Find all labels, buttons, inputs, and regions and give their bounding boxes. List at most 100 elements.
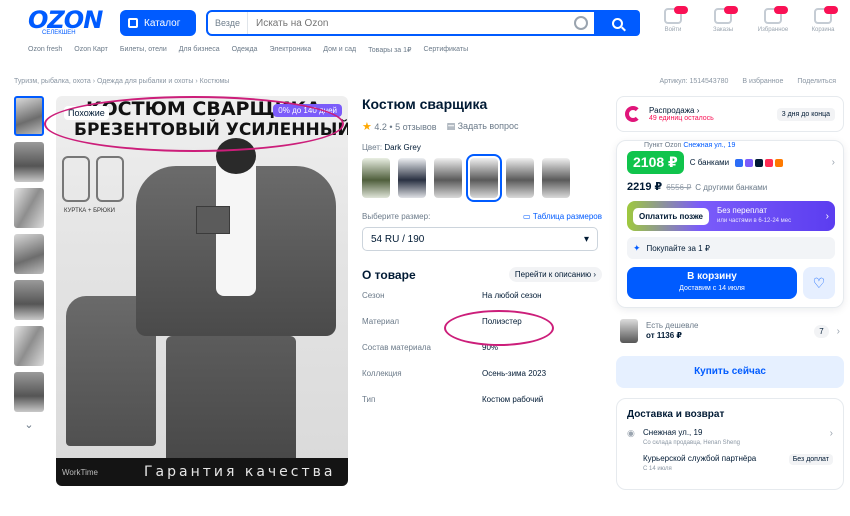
product-main-image[interactable]: КУРТКА + БРЮКИ КОСТЮМ СВАРЩИКА БРЕЗЕНТОВ…: [56, 96, 348, 486]
chevron-right-icon: ›: [836, 325, 840, 337]
thumbnail[interactable]: [14, 326, 44, 366]
subnav-item[interactable]: Ozon Карт: [74, 46, 108, 60]
spec-value[interactable]: Полиэстер: [482, 317, 522, 326]
buy-now-button[interactable]: Купить сейчас: [616, 356, 844, 388]
article-number[interactable]: Артикул: 1514543780: [659, 78, 728, 85]
ozon-logo[interactable]: OZON СЕЛЕКШЕН: [28, 8, 110, 38]
size-row: Выберите размер: ▭ Таблица размеров: [362, 212, 602, 221]
add-to-cart-button[interactable]: В корзину Доставим с 14 июля: [627, 267, 797, 299]
address-sub: Со склада продавца, Henan Sheng: [643, 440, 740, 446]
variant-option[interactable]: [398, 158, 426, 198]
add-favorite-link[interactable]: В избранное: [742, 78, 783, 85]
cart-button[interactable]: Корзина: [806, 6, 840, 33]
thumbnail[interactable]: [14, 96, 44, 136]
variant-option[interactable]: [542, 158, 570, 198]
spec-key: Коллекция: [362, 368, 402, 378]
bank-icon: [745, 158, 754, 167]
buy-box: Распродажа › 49 единиц осталось 3 дня до…: [616, 96, 844, 490]
subnav-item[interactable]: Для бизнеса: [179, 46, 220, 60]
delivery-title: Доставка и возврат: [627, 409, 725, 420]
subnav-item[interactable]: Сертификаты: [423, 46, 468, 60]
bank-icon: [755, 158, 764, 167]
search-bar: Везде: [206, 10, 640, 36]
go-to-description-button[interactable]: Перейти к описанию ›: [508, 267, 602, 282]
sale-icon: [625, 106, 641, 122]
cheaper-offers[interactable]: Есть дешевле от 1136 ₽ 7 ›: [616, 316, 844, 346]
favorites-button[interactable]: Избранное: [756, 6, 790, 33]
courier-row[interactable]: Курьерской службой партнёра С 14 июля Бе…: [627, 454, 833, 474]
variant-option[interactable]: [506, 158, 534, 198]
thumbnail[interactable]: [14, 188, 44, 228]
thumbnail[interactable]: [14, 372, 44, 412]
sale-count: 49 единиц осталось: [649, 115, 714, 122]
buy-for-1-banner[interactable]: ✦ Покупайте за 1 ₽: [627, 237, 835, 259]
size-select[interactable]: 54 RU / 190 ▾: [362, 227, 598, 251]
catalog-icon: [128, 18, 138, 28]
image-brand: WorkTime: [62, 467, 98, 477]
delivery-address-row[interactable]: ◉ Снежная ул., 19 Со склада продавца, He…: [627, 428, 833, 448]
login-label: Войти: [664, 27, 682, 33]
delivery-card: Доставка и возврат ◉ Снежная ул., 19 Со …: [616, 398, 844, 490]
subnav-item[interactable]: Билеты, отели: [120, 46, 167, 60]
logo-text: OZON: [28, 6, 103, 34]
subnav-item[interactable]: Электроника: [269, 46, 311, 60]
sale-title: Распродажа: [649, 106, 695, 115]
subnav-item[interactable]: Товары за 1₽: [368, 46, 411, 60]
similar-button[interactable]: Похожие: [64, 106, 109, 120]
spec-value: Осень-зима 2023: [482, 368, 547, 378]
address-text: Снежная ул., 19: [643, 428, 703, 437]
size-table-link[interactable]: ▭ Таблица размеров: [523, 212, 602, 221]
heart-icon[interactable]: ♡: [803, 267, 835, 299]
installment-badge[interactable]: 0% до 140 дней: [273, 104, 342, 117]
search-button[interactable]: [594, 10, 640, 36]
variant-option[interactable]: [362, 158, 390, 198]
color-row: Цвет: Dark Grey: [362, 143, 602, 152]
favorites-label: Избранное: [757, 27, 789, 33]
thumbnail[interactable]: [14, 142, 44, 182]
offer-thumbnail: [620, 319, 638, 343]
search-input[interactable]: [248, 17, 574, 29]
thumbnail-list: ⌄: [14, 96, 46, 431]
sale-banner[interactable]: Распродажа › 49 единиц осталось 3 дня до…: [616, 96, 844, 132]
catalog-button[interactable]: Каталог: [120, 10, 196, 36]
other-banks-label: С другими банками: [695, 183, 768, 192]
variant-option[interactable]: [466, 154, 502, 202]
delivery-date: Доставим с 14 июля: [679, 285, 745, 292]
rating[interactable]: ★ 4.2 • 5 отзывов: [362, 120, 437, 133]
bank-icon: [735, 158, 744, 167]
with-banks-label: С банками: [689, 158, 730, 167]
cheaper-price: от 1136 ₽: [646, 331, 682, 340]
pay-later-banner[interactable]: Оплатить позже Без переплат или частями …: [627, 201, 835, 231]
camera-search-icon[interactable]: [574, 16, 588, 30]
subnav-item[interactable]: Дом и сад: [323, 46, 356, 60]
color-variants: [362, 154, 602, 202]
login-button[interactable]: Войти: [656, 6, 690, 33]
breadcrumb[interactable]: Туризм, рыбалка, охота › Одежда для рыба…: [14, 78, 229, 85]
variant-option[interactable]: [434, 158, 462, 198]
search-scope-select[interactable]: Везде: [208, 12, 248, 34]
card-price-row[interactable]: 2108 ₽ С банками ›: [627, 151, 835, 174]
subnav-item[interactable]: Одежда: [232, 46, 258, 60]
badge: [674, 6, 688, 14]
badge: [774, 6, 788, 14]
chevron-down-icon[interactable]: ⌄: [14, 418, 44, 431]
spec-row: Сезон На любой сезон: [362, 282, 602, 308]
pay-later-button[interactable]: Оплатить позже: [633, 207, 709, 225]
thumbnail[interactable]: [14, 280, 44, 320]
share-link[interactable]: Поделиться: [797, 78, 836, 85]
chevron-right-icon: ›: [825, 210, 829, 222]
reviews-link[interactable]: 5 отзывов: [395, 122, 437, 132]
ask-question-link[interactable]: Задать вопрос: [447, 121, 519, 132]
image-caption: КУРТКА + БРЮКИ: [64, 208, 115, 214]
old-price: 6556 ₽: [666, 183, 692, 192]
image-bottom-bar: WorkTime Гарантия качества: [56, 458, 348, 486]
caret-down-icon: ▾: [583, 233, 589, 245]
courier-badge: Без доплат: [788, 454, 833, 465]
about-title: О товаре: [362, 267, 416, 282]
orders-button[interactable]: Заказы: [706, 6, 740, 33]
cheaper-count: 7: [814, 324, 829, 338]
subnav-item[interactable]: Ozon fresh: [28, 46, 62, 60]
cart-row: В корзину Доставим с 14 июля ♡: [627, 267, 835, 299]
delivery-address: Снежная ул., 19 Со склада продавца, Hena…: [643, 428, 740, 448]
thumbnail[interactable]: [14, 234, 44, 274]
